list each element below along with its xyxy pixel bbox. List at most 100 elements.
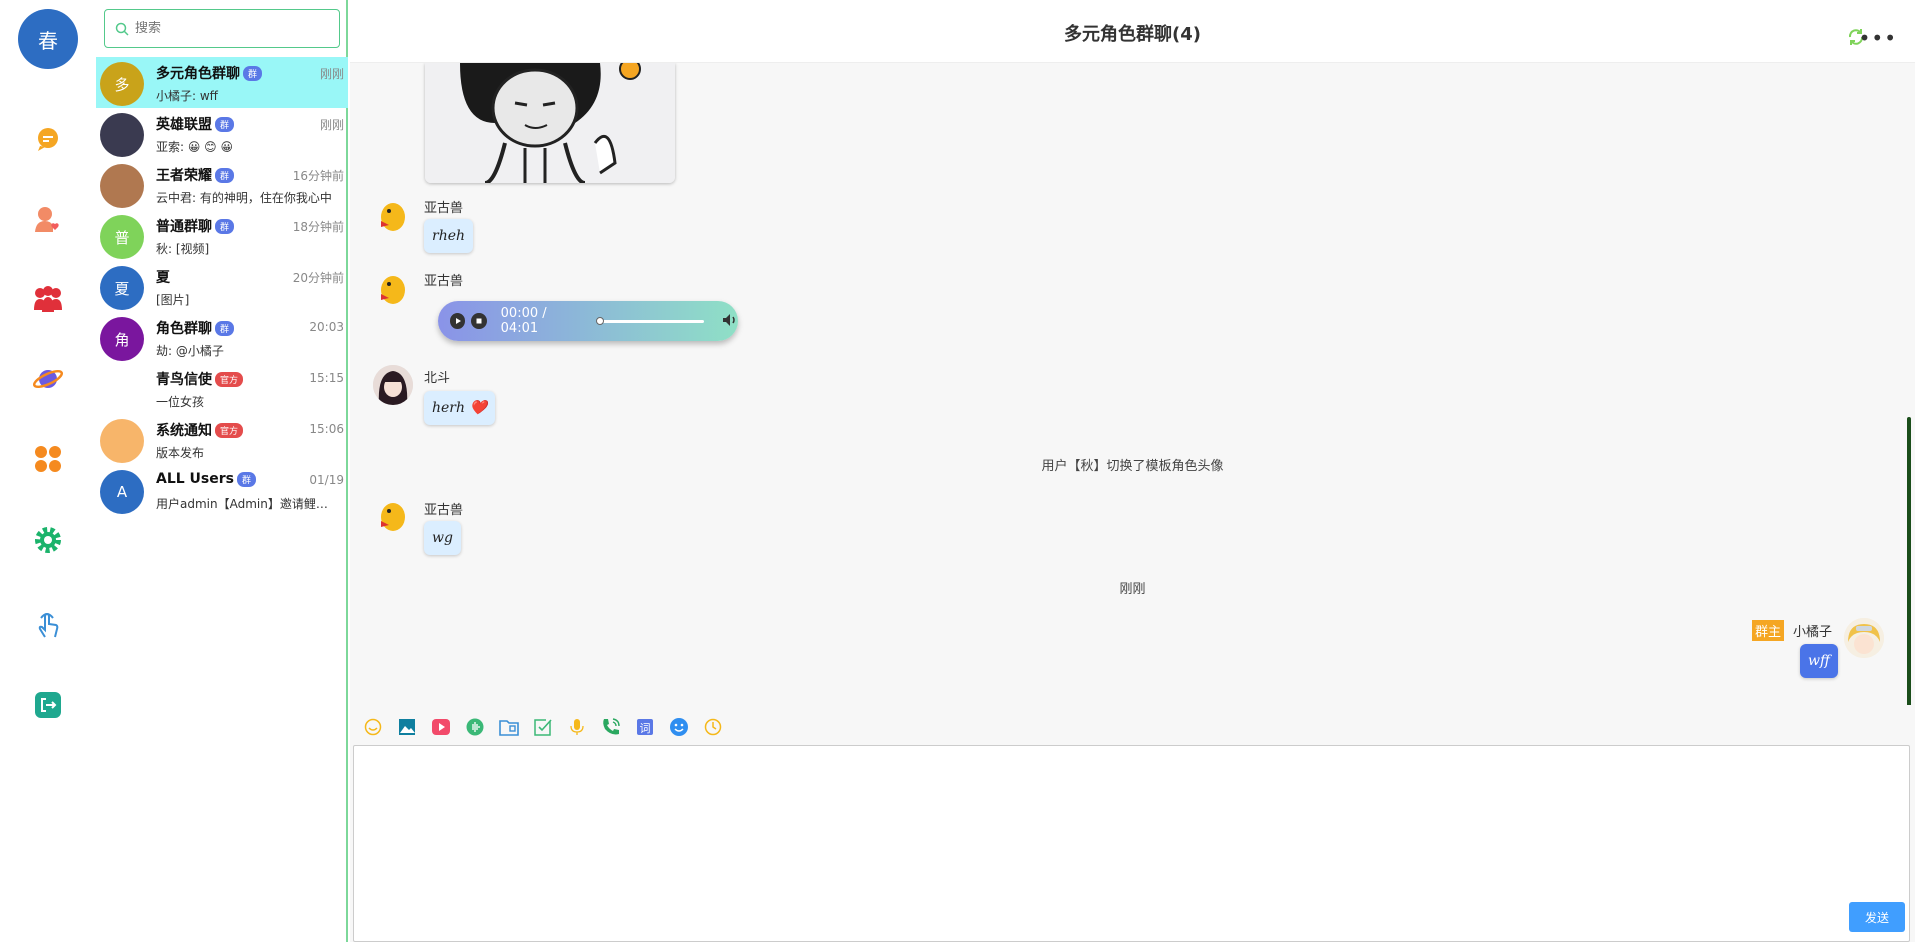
conversation-tag: 官方 [215, 371, 244, 387]
conversation-name: 英雄联盟群 [156, 114, 235, 134]
conversation-tag: 群 [215, 116, 235, 132]
conversation-tag: 群 [215, 167, 235, 183]
clock-icon[interactable] [702, 716, 724, 738]
friend-icon[interactable] [32, 203, 64, 235]
owner-badge: 群主 [1752, 620, 1785, 641]
conversation-time: 18分钟前 [292, 220, 344, 234]
chat-title: 多元角色群聊(4) [1064, 24, 1201, 45]
conversation-preview: 小橘子: wff [156, 89, 218, 103]
conversation-tag: 群 [215, 320, 235, 336]
message-input[interactable] [353, 745, 1910, 942]
conversation-name-text: 角色群聊 [156, 321, 212, 337]
conversation-avatar: 角 [100, 317, 144, 361]
volume-icon[interactable] [722, 312, 738, 331]
image-icon[interactable] [396, 716, 418, 738]
conversation-preview: 亚索: 😀 😊 😀 [156, 140, 234, 154]
face-icon[interactable] [668, 716, 690, 738]
conversation-item[interactable]: 系统通知 官方 15:06 版本发布 [96, 414, 348, 465]
apps-icon[interactable] [32, 443, 64, 475]
word-icon[interactable]: 词 [634, 716, 656, 738]
play-icon[interactable] [450, 313, 466, 329]
conversation-name: 角色群聊群 [156, 318, 235, 338]
conversation-name-text: 青鸟信使 [156, 372, 212, 388]
conversation-name-text: 多元角色群聊 [156, 66, 240, 82]
chat-header: 多元角色群聊(4) ••• [350, 0, 1915, 63]
agumon-avatar[interactable] [373, 495, 413, 535]
emoji-icon[interactable] [362, 716, 384, 738]
conversation-time: 刚刚 [319, 67, 344, 81]
planet-icon[interactable] [32, 363, 64, 395]
conversation-name-text: 夏 [156, 270, 170, 286]
more-icon[interactable]: ••• [1859, 26, 1897, 50]
chat-scrollbar[interactable] [1907, 417, 1911, 705]
chat-icon[interactable] [32, 123, 64, 155]
audio-time: 00:00 / 04:01 [500, 306, 547, 336]
sticker-image[interactable] [425, 63, 675, 183]
conversation-name-text: ALL Users [156, 471, 234, 487]
message-bubble: rheh [424, 219, 474, 253]
conversation-time: 01/19 [309, 473, 344, 487]
agumon-avatar[interactable] [373, 195, 413, 235]
message-area: 亚古兽 rheh 亚古兽 00:00 / 04:01 北斗 herh ❤️ 用户… [350, 63, 1915, 705]
conversation-name: 普通群聊群 [156, 216, 235, 236]
conversation-time: 15:15 [309, 371, 344, 385]
call-icon[interactable] [600, 716, 622, 738]
agumon-avatar[interactable] [373, 268, 413, 308]
settings-icon[interactable] [32, 524, 64, 556]
progress-knob[interactable] [595, 316, 604, 325]
conversation-list: 多多元角色群聊群刚刚小橘子: wff英雄联盟群刚刚亚索: 😀 😊 😀王者荣耀群1… [96, 0, 348, 942]
message-sender: 亚古兽 [424, 201, 464, 216]
audio-icon[interactable] [464, 716, 486, 738]
conversation-name-text: 普通群聊 [156, 219, 212, 235]
conversation-name-text: 王者荣耀 [156, 168, 212, 184]
conversation-name: 王者荣耀群 [156, 165, 235, 185]
conversation-item[interactable]: A ALL Users群 01/19 用户admin【Admin】邀请鲤鱼加入群聊 [96, 465, 348, 516]
user-avatar[interactable]: 春 [18, 9, 78, 69]
left-nav: 春 [0, 0, 96, 942]
conversation-avatar [100, 419, 144, 463]
video-icon[interactable] [430, 716, 452, 738]
app: 春 多多元角色群聊群刚刚小橘子: wff英雄联盟 [0, 0, 1915, 942]
mic-icon[interactable] [566, 716, 588, 738]
message-sender: 亚古兽 [424, 274, 464, 289]
conversation-time: 20:03 [309, 320, 344, 334]
conversation-item[interactable]: 王者荣耀群 16分钟前 云中君: 有的神明，住在你我心中 [96, 159, 348, 210]
xiaojuzi-avatar[interactable] [1844, 618, 1884, 658]
conversation-item[interactable]: 青鸟信使 官方 15:15 一位女孩 [96, 363, 348, 414]
search-input[interactable] [135, 21, 325, 36]
conversation-item[interactable]: 夏夏 20分钟前 [图片] [96, 261, 348, 312]
search-box[interactable] [104, 9, 340, 48]
conversation-avatar: A [100, 470, 144, 514]
file-icon[interactable] [498, 716, 520, 738]
my-message-bubble: wff [1800, 644, 1838, 678]
group-icon[interactable] [32, 283, 64, 315]
message-sender: 亚古兽 [424, 503, 464, 518]
conversation-avatar: 普 [100, 215, 144, 259]
conversation-item[interactable]: 英雄联盟群 刚刚亚索: 😀 😊 😀 [96, 108, 348, 159]
conversation-avatar [100, 368, 144, 412]
conversation-tag: 群 [215, 218, 235, 234]
conversation-time: 刚刚 [319, 118, 344, 132]
conversation-name: 多元角色群聊群 [156, 63, 263, 83]
audio-progress[interactable] [595, 316, 704, 325]
conversation-item[interactable]: 普普通群聊群 18分钟前 秋: [视频] [96, 210, 348, 261]
chat-panel: 多元角色群聊(4) ••• 亚古兽 rheh 亚古兽 00:00 / 04:01… [350, 0, 1915, 942]
conversation-item[interactable]: 多多元角色群聊群 刚刚 小橘子: wff [96, 57, 348, 108]
message-bubble: wg [424, 521, 461, 555]
task-icon[interactable] [532, 716, 554, 738]
conversation-preview: [图片] [156, 293, 190, 307]
conversation-preview: 劫: @小橘子 [156, 344, 224, 358]
message-bubble: herh ❤️ [424, 391, 495, 425]
system-message: 用户【秋】切换了模板角色头像 [1041, 459, 1224, 474]
beidou-avatar[interactable] [373, 365, 413, 405]
conversation-time: 15:06 [309, 422, 344, 436]
conversation-item[interactable]: 角角色群聊群 20:03 劫: @小橘子 [96, 312, 348, 363]
svg-text:词: 词 [640, 722, 651, 735]
stop-icon[interactable] [471, 313, 487, 329]
touch-icon[interactable] [32, 608, 64, 640]
send-button[interactable]: 发送 [1849, 902, 1905, 932]
conversation-name-text: 系统通知 [156, 423, 212, 439]
logout-icon[interactable] [32, 689, 64, 721]
search-icon [115, 22, 129, 36]
audio-player[interactable]: 00:00 / 04:01 [438, 301, 738, 341]
